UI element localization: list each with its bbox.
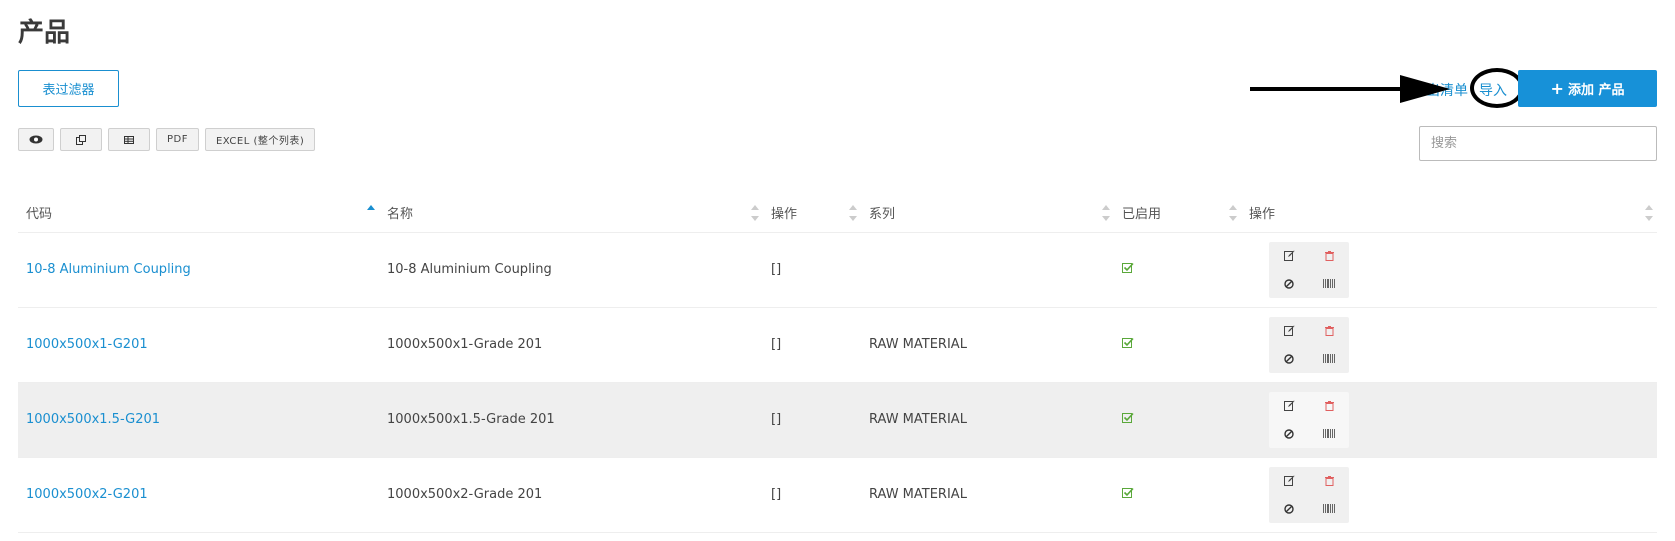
sort-icon (849, 204, 857, 221)
delete-icon[interactable] (1309, 392, 1349, 420)
barcode-icon[interactable] (1309, 270, 1349, 298)
annotation-arrow-icon (1250, 75, 1450, 103)
copy-button[interactable] (60, 128, 102, 151)
row-actions (1269, 316, 1349, 373)
product-name: 1000x500x1-Grade 201 (379, 307, 763, 383)
barcode-icon[interactable] (1309, 420, 1349, 448)
pdf-button[interactable]: PDF (156, 128, 199, 151)
header-name[interactable]: 名称 (379, 194, 763, 233)
product-code-link[interactable]: 1000x500x2-G201 (26, 487, 148, 502)
sort-ascending-icon (367, 204, 375, 221)
product-operations: [] (763, 457, 861, 533)
product-code-link[interactable]: 1000x500x1-G201 (26, 337, 148, 352)
table-filter-button[interactable]: 表过滤器 (18, 70, 119, 107)
sort-icon (751, 204, 759, 221)
checked-icon (1122, 412, 1134, 423)
delete-icon[interactable] (1309, 242, 1349, 270)
product-operations: [] (763, 232, 861, 308)
row-actions (1269, 391, 1349, 448)
copy-icon (76, 134, 86, 145)
disable-icon[interactable] (1269, 420, 1309, 448)
product-code-link[interactable]: 1000x500x1.5-G201 (26, 412, 160, 427)
row-actions (1269, 466, 1349, 523)
table-row: 1000x500x2-G201 1000x500x2-Grade 201 [] … (18, 457, 1657, 533)
table-header-row: 代码 名称 操作 系列 已启用 操作 (18, 194, 1657, 233)
checked-icon (1122, 262, 1134, 273)
add-product-label: 添加 产品 (1567, 83, 1625, 98)
table-row: 1000x500x1-G201 1000x500x1-Grade 201 [] … (18, 307, 1657, 383)
sort-icon (1229, 204, 1237, 221)
products-table: 代码 名称 操作 系列 已启用 操作 10-8 Aluminium Coupli… (18, 194, 1657, 533)
header-series[interactable]: 系列 (861, 194, 1114, 233)
delete-icon[interactable] (1309, 317, 1349, 345)
product-name: 1000x500x2-Grade 201 (379, 457, 763, 533)
row-actions (1269, 241, 1349, 298)
product-code-link[interactable]: 10-8 Aluminium Coupling (26, 262, 191, 277)
column-visibility-button[interactable] (18, 128, 54, 151)
barcode-icon[interactable] (1309, 495, 1349, 523)
edit-icon[interactable] (1269, 242, 1309, 270)
header-enabled[interactable]: 已启用 (1114, 194, 1241, 233)
product-name: 10-8 Aluminium Coupling (379, 232, 763, 308)
disable-icon[interactable] (1269, 495, 1309, 523)
header-operation[interactable]: 操作 (763, 194, 861, 233)
excel-button[interactable]: EXCEL (整个列表) (204, 128, 316, 151)
sort-icon (1645, 204, 1653, 221)
table-view-button[interactable] (108, 128, 150, 151)
product-operations: [] (763, 307, 861, 383)
checked-icon (1122, 487, 1134, 498)
header-code[interactable]: 代码 (18, 194, 379, 233)
eye-icon (29, 135, 43, 144)
table-row: 10-8 Aluminium Coupling 10-8 Aluminium C… (18, 232, 1657, 308)
disable-icon[interactable] (1269, 270, 1309, 298)
page-title: 产品 (18, 18, 71, 48)
sort-icon (1102, 204, 1110, 221)
table-row: 1000x500x1.5-G201 1000x500x1.5-Grade 201… (18, 382, 1657, 458)
edit-icon[interactable] (1269, 467, 1309, 495)
header-actions[interactable]: 操作 (1241, 194, 1657, 233)
checked-icon (1122, 337, 1134, 348)
disable-icon[interactable] (1269, 345, 1309, 373)
table-icon (124, 135, 134, 144)
annotation-circle (1470, 68, 1524, 108)
barcode-icon[interactable] (1309, 345, 1349, 373)
product-series: RAW MATERIAL (861, 307, 1114, 383)
product-series: RAW MATERIAL (861, 457, 1114, 533)
product-operations: [] (763, 382, 861, 458)
product-series (861, 232, 1114, 308)
add-product-button[interactable]: + 添加 产品 (1518, 70, 1657, 107)
product-name: 1000x500x1.5-Grade 201 (379, 382, 763, 458)
plus-icon: + (1550, 79, 1564, 98)
table-tools: PDF EXCEL (整个列表) (18, 128, 316, 151)
delete-icon[interactable] (1309, 467, 1349, 495)
edit-icon[interactable] (1269, 317, 1309, 345)
search-input[interactable] (1419, 126, 1657, 161)
product-series: RAW MATERIAL (861, 382, 1114, 458)
edit-icon[interactable] (1269, 392, 1309, 420)
